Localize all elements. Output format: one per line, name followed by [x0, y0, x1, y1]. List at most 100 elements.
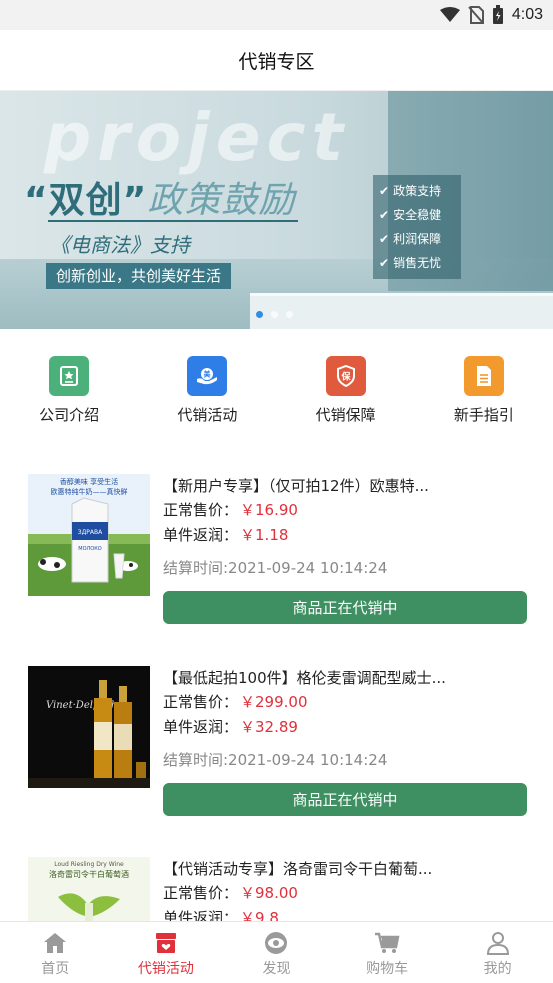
quick-nav-label: 新手指引 [453, 406, 514, 424]
price-label: 正常售价： [163, 884, 239, 902]
milk-caption-2: 欧惠特纯牛奶——真快鲜 [51, 487, 128, 496]
bottom-tab-bar: 首页 代销活动 发现 购物车 我的 [0, 921, 553, 983]
rebate-label: 单件返润： [163, 909, 239, 921]
product-title[interactable]: 【新用户专享】（仅可拍12件）欧惠特... [163, 474, 527, 498]
page-title: 代销专区 [238, 50, 315, 73]
quick-nav-label: 代销保障 [315, 406, 376, 424]
title-bar: 代销专区 [0, 30, 553, 91]
milk-brand: ЗДРАВА [78, 529, 103, 536]
banner-bullet-label: 安全稳健 [393, 208, 442, 222]
banner-bullet: ✔ 政策支持 [379, 179, 455, 203]
quick-nav: 公司介绍 美 代销活动 保 代销保障 新手指引 [0, 329, 553, 439]
no-sim-icon [468, 6, 484, 24]
svg-text:保: 保 [340, 371, 351, 383]
banner-headline: “双创”政策鼓励 [24, 171, 295, 223]
banner-slogan: 创新创业，共创美好生活 [46, 263, 232, 289]
product-info: 【新用户专享】（仅可拍12件）欧惠特... 正常售价： ￥16.90 单件返润： ￥… [163, 474, 527, 624]
banner-headline-quoted: “双创” [24, 180, 148, 221]
rebate-label: 单件返润： [163, 526, 239, 544]
banner-bullet: ✔ 利润保障 [379, 227, 455, 251]
rebate-row: 单件返润： ￥32.89 [163, 715, 527, 740]
activity-icon: 美 [187, 356, 228, 396]
tab-agency-activity[interactable]: 代销活动 [111, 922, 222, 983]
price-value: ￥299.00 [240, 693, 308, 711]
quick-nav-guide[interactable]: 新手指引 [415, 329, 553, 439]
rebate-value: ￥32.89 [240, 718, 298, 736]
banner-bullet-label: 政策支持 [393, 184, 442, 198]
svg-text:美: 美 [204, 370, 212, 379]
carousel-dot-active[interactable] [256, 311, 263, 318]
price-value: ￥98.00 [240, 884, 298, 902]
check-icon: ✔ [379, 232, 390, 246]
product-info: 【最低起拍100件】格伦麦雷调配型威士... 正常售价： ￥299.00 单件返润… [163, 666, 527, 816]
quick-nav-label: 公司介绍 [39, 406, 100, 424]
rebate-label: 单件返润： [163, 718, 239, 736]
battery-icon [492, 5, 503, 24]
banner-law-line: 《电商法》支持 [50, 233, 190, 257]
banner-watermark: project [44, 99, 350, 176]
product-card[interactable]: 香醇美味 享受生活 欧惠特纯牛奶——真快鲜 ЗДРАВА МОЛОКО 【新用户… [0, 474, 553, 666]
milk-product-image[interactable]: 香醇美味 享受生活 欧惠特纯牛奶——真快鲜 ЗДРАВА МОЛОКО [28, 474, 150, 596]
tab-home[interactable]: 首页 [0, 922, 111, 983]
on-sale-button[interactable]: 商品正在代销中 [163, 783, 527, 816]
product-card[interactable]: Vinet·Delpech 【最低起拍100件】格伦麦雷调配型威士... 正常售… [0, 666, 553, 858]
tab-mine[interactable]: 我的 [442, 922, 553, 983]
quick-nav-activity[interactable]: 美 代销活动 [138, 329, 276, 439]
status-icons: 4:03 [439, 5, 543, 25]
cart-icon [375, 932, 400, 953]
product-title[interactable]: 【最低起拍100件】格伦麦雷调配型威士... [163, 666, 527, 690]
tab-discover[interactable]: 发现 [221, 922, 332, 983]
quick-nav-label: 代销活动 [177, 406, 238, 424]
banner-bullet-label: 销售无忧 [393, 256, 442, 270]
check-icon: ✔ [379, 256, 390, 270]
eye-icon [265, 932, 288, 954]
product-info: 【代销活动专享】洛奇雷司令干白葡萄... 正常售价： ￥98.00 单件返润： ￥9… [163, 857, 527, 921]
price-row: 正常售价： ￥16.90 [163, 498, 527, 523]
quick-nav-guarantee[interactable]: 保 代销保障 [277, 329, 415, 439]
rebate-value: ￥1.18 [240, 526, 289, 544]
wine-caption-2: 洛奇雷司令干白葡萄酒 [49, 869, 129, 879]
tab-cart[interactable]: 购物车 [332, 922, 443, 983]
status-time: 4:03 [511, 6, 543, 23]
whisky-product-image[interactable]: Vinet·Delpech [28, 666, 150, 788]
check-icon: ✔ [379, 184, 390, 198]
milk-caption-1: 香醇美味 享受生活 [60, 477, 118, 486]
product-card[interactable]: Loud Riesling Dry Wine 洛奇雷司令干白葡萄酒 【代销活动专… [0, 857, 553, 921]
carousel-dot[interactable] [286, 311, 293, 318]
carousel-dot[interactable] [271, 311, 278, 318]
status-bar: 4:03 [0, 0, 553, 30]
banner-bullet: ✔ 安全稳健 [379, 203, 455, 227]
rebate-row: 单件返润： ￥9.8 [163, 906, 527, 921]
tab-label: 我的 [483, 961, 512, 977]
product-title[interactable]: 【代销活动专享】洛奇雷司令干白葡萄... [163, 857, 527, 881]
price-value: ￥16.90 [240, 501, 298, 519]
quick-nav-company[interactable]: 公司介绍 [0, 329, 138, 439]
price-row: 正常售价： ￥299.00 [163, 690, 527, 715]
tab-label: 代销活动 [137, 961, 194, 977]
company-icon [49, 356, 90, 396]
wifi-icon [439, 7, 460, 22]
guide-icon [463, 356, 504, 396]
price-label: 正常售价： [163, 693, 239, 711]
tab-label: 发现 [262, 961, 291, 977]
on-sale-button[interactable]: 商品正在代销中 [163, 591, 527, 624]
shop-icon [155, 933, 176, 953]
check-icon: ✔ [379, 208, 390, 222]
promo-banner[interactable]: project “双创”政策鼓励 《电商法》支持 创新创业，共创美好生活 ✔ 政策… [0, 91, 553, 329]
rebate-value: ￥9.8 [240, 909, 279, 921]
tab-label: 首页 [41, 961, 70, 977]
carousel-dots [256, 311, 293, 318]
wine-caption-1: Loud Riesling Dry Wine [54, 861, 124, 868]
banner-headline-rest: 政策鼓励 [147, 180, 296, 221]
banner-platform [250, 293, 553, 329]
banner-bullet-label: 利润保障 [393, 232, 442, 246]
milk-label: МОЛОКО [78, 546, 101, 552]
rebate-row: 单件返润： ￥1.18 [163, 523, 527, 548]
banner-bullet: ✔ 销售无忧 [379, 251, 455, 275]
shield-icon: 保 [325, 356, 366, 396]
settle-time: 结算时间:2021-09-24 10:14:24 [163, 559, 388, 577]
user-icon [486, 932, 509, 955]
banner-bullet-list: ✔ 政策支持 ✔ 安全稳健 ✔ 利润保障 ✔ 销售无忧 [373, 175, 461, 279]
wine-product-image[interactable]: Loud Riesling Dry Wine 洛奇雷司令干白葡萄酒 [28, 857, 150, 921]
price-label: 正常售价： [163, 501, 239, 519]
